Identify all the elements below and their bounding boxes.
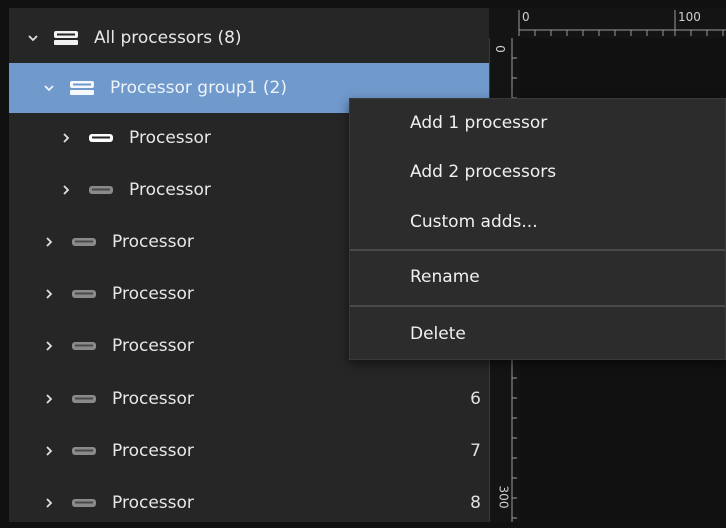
tree-item-label: Processor: [112, 232, 194, 252]
menu-item-add-1-processor[interactable]: Add 1 processor: [410, 113, 547, 133]
chevron-right-icon[interactable]: [42, 235, 56, 249]
menu-item-add-2-processors[interactable]: Add 2 processors: [410, 162, 556, 182]
menu-separator: [350, 249, 725, 251]
processor-group-icon: [68, 80, 96, 96]
horizontal-ruler-label: 0: [522, 10, 530, 24]
processor-icon: [70, 495, 98, 511]
processor-icon: [87, 182, 115, 198]
chevron-right-icon[interactable]: [42, 287, 56, 301]
tree-item-label: Processor: [112, 441, 194, 461]
context-menu: Add 1 processor Add 2 processors Custom …: [349, 98, 726, 360]
chevron-down-icon[interactable]: [42, 81, 56, 95]
processor-icon: [87, 130, 115, 146]
chevron-right-icon[interactable]: [42, 392, 56, 406]
tree-root-label: All processors (8): [94, 28, 242, 48]
tree-item-label: Processor: [112, 284, 194, 304]
tree-item-label: Processor: [112, 389, 194, 409]
tree-item-number: 6: [470, 389, 481, 409]
vertical-ruler-label: 0: [492, 45, 507, 53]
menu-item-delete[interactable]: Delete: [410, 324, 466, 344]
processor-group-icon: [52, 30, 80, 46]
processor-icon: [70, 443, 98, 459]
tree-item-processor[interactable]: Processor 8: [9, 478, 489, 528]
processor-icon: [70, 286, 98, 302]
tree-item-processor[interactable]: Processor 7: [9, 426, 489, 476]
processor-icon: [70, 391, 98, 407]
horizontal-ruler: 0 100: [489, 8, 726, 38]
tree-item-label: Processor: [129, 128, 211, 148]
tree-item-label: Processor: [112, 336, 194, 356]
tree-item-label: Processor: [112, 493, 194, 513]
vertical-ruler-label: 300: [496, 485, 511, 509]
chevron-down-icon[interactable]: [26, 31, 40, 45]
menu-item-custom-adds[interactable]: Custom adds...: [410, 212, 538, 232]
tree-item-number: 7: [470, 441, 481, 461]
processor-icon: [70, 338, 98, 354]
chevron-right-icon[interactable]: [59, 131, 73, 145]
horizontal-ruler-label: 100: [678, 10, 701, 24]
tree-item-label: Processor: [129, 180, 211, 200]
chevron-right-icon[interactable]: [42, 496, 56, 510]
chevron-right-icon[interactable]: [59, 183, 73, 197]
chevron-right-icon[interactable]: [42, 339, 56, 353]
processor-icon: [70, 234, 98, 250]
menu-item-rename[interactable]: Rename: [410, 267, 480, 287]
menu-separator: [350, 305, 725, 307]
tree-group-label: Processor group1 (2): [110, 78, 287, 98]
tree-item-processor[interactable]: Processor 6: [9, 374, 489, 424]
tree-root-all-processors[interactable]: All processors (8): [9, 13, 489, 63]
tree-item-number: 8: [470, 493, 481, 513]
chevron-right-icon[interactable]: [42, 444, 56, 458]
